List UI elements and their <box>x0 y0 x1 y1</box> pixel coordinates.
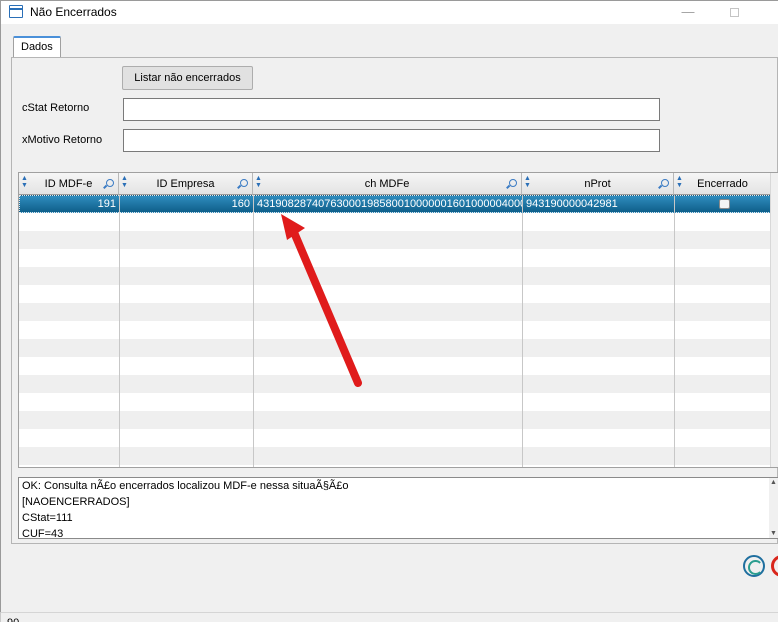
refresh-icon[interactable] <box>743 555 765 577</box>
column-header-encerrado[interactable]: ▲ ▼ Encerrado <box>674 173 772 195</box>
window-title: Não Encerrados <box>30 5 117 19</box>
column-divider <box>119 195 120 467</box>
empty-row <box>19 357 771 375</box>
column-divider <box>674 195 675 467</box>
maximize-icon <box>729 8 739 17</box>
column-header-nprot[interactable]: ▲ ▼ nProt <box>522 173 674 195</box>
maximize-button[interactable] <box>711 3 757 23</box>
empty-row <box>19 393 771 411</box>
column-header-label: ID Empresa <box>156 178 215 190</box>
column-header-label: Encerrado <box>697 178 748 190</box>
table-row[interactable]: 191 160 43190828740763000198580010000001… <box>19 195 771 213</box>
column-divider <box>522 195 523 467</box>
empty-row <box>19 213 771 231</box>
empty-row <box>19 411 771 429</box>
empty-row <box>19 339 771 357</box>
cell-nprot[interactable]: 943190000042981 <box>526 196 674 214</box>
empty-row <box>19 321 771 339</box>
log-line: CStat=111 <box>22 512 73 524</box>
title-bar[interactable]: Não Encerrados — <box>1 1 778 24</box>
empty-row <box>19 375 771 393</box>
column-header-id-empresa[interactable]: ▲ ▼ ID Empresa <box>119 173 253 195</box>
search-icon[interactable] <box>509 179 517 187</box>
empty-row <box>19 231 771 249</box>
column-header-ch-mdfe[interactable]: ▲ ▼ ch MDFe <box>253 173 522 195</box>
empty-row <box>19 249 771 267</box>
window-icon <box>9 5 23 18</box>
column-header-label: nProt <box>584 178 611 190</box>
scroll-up-icon[interactable]: ▲ <box>770 479 777 486</box>
close-icon[interactable] <box>771 555 778 577</box>
listar-nao-encerrados-button[interactable]: Listar não encerrados <box>122 66 253 90</box>
response-log[interactable]: OK: Consulta nÃ£o encerrados localizou M… <box>18 477 778 539</box>
xmotivo-input[interactable] <box>123 129 660 152</box>
cell-ch-mdfe[interactable]: 4319082874076300019858001000000160100000… <box>257 196 522 214</box>
cstat-label: cStat Retorno <box>22 102 90 114</box>
log-line: CUF=43 <box>22 528 64 539</box>
empty-row <box>19 267 771 285</box>
column-divider <box>253 195 254 467</box>
column-header-id-mdfe[interactable]: ▲ ▼ ID MDF-e <box>19 173 119 195</box>
log-line: OK: Consulta nÃ£o encerrados localizou M… <box>22 480 349 492</box>
encerrado-checkbox[interactable] <box>719 199 730 209</box>
column-header-label: ch MDFe <box>364 178 410 190</box>
log-vertical-scrollbar[interactable]: ▲ ▼ <box>769 478 778 538</box>
empty-row <box>19 447 771 465</box>
status-text: 90 <box>7 617 19 622</box>
tab-dados[interactable]: Dados <box>13 36 61 58</box>
search-icon[interactable] <box>106 179 114 187</box>
cell-id-mdfe[interactable]: 191 <box>20 196 116 214</box>
log-line: [NAOENCERRADOS] <box>22 496 130 508</box>
empty-row <box>19 285 771 303</box>
nao-encerrados-window: Não Encerrados — Dados Listar não encerr… <box>0 0 778 622</box>
cell-id-empresa[interactable]: 160 <box>120 196 250 214</box>
tab-panel-dados: Listar não encerrados cStat Retorno xMot… <box>11 57 778 544</box>
empty-row <box>19 303 771 321</box>
search-icon[interactable] <box>240 179 248 187</box>
status-bar: 90 <box>1 612 778 622</box>
mdfe-grid[interactable]: ▲ ▼ ID MDF-e ▲ ▼ ID Empresa ▲ ▼ ch MDFe ▲ ▼ … <box>18 172 778 468</box>
grid-vertical-scrollbar[interactable] <box>770 173 778 467</box>
minimize-button[interactable]: — <box>665 3 711 23</box>
cstat-input[interactable] <box>123 98 660 121</box>
search-icon[interactable] <box>661 179 669 187</box>
client-area: Dados Listar não encerrados cStat Retorn… <box>1 24 778 622</box>
empty-row <box>19 429 771 447</box>
xmotivo-label: xMotivo Retorno <box>22 134 103 146</box>
scroll-down-icon[interactable]: ▼ <box>770 530 777 537</box>
